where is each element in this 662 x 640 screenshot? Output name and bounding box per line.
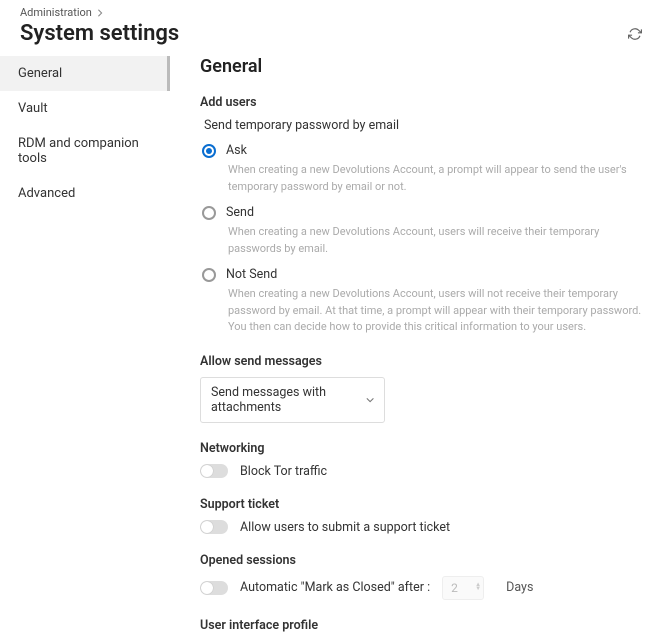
chevron-down-icon [366,395,374,405]
section-heading: General [200,56,642,77]
sidebar-item-general[interactable]: General [0,56,170,91]
radio-label: Send [226,205,254,220]
radio-not-send[interactable] [202,268,216,282]
radio-desc: When creating a new Devolutions Account,… [228,162,642,195]
support-ticket-title: Support ticket [200,497,642,512]
radio-label: Not Send [226,267,277,282]
opened-sessions-title: Opened sessions [200,553,642,568]
sidebar: General Vault RDM and companion tools Ad… [0,56,170,640]
add-users-subtitle: Send temporary password by email [204,118,642,133]
radio-desc: When creating a new Devolutions Account,… [228,286,642,336]
ui-profile-title: User interface profile [200,618,642,633]
page-title: System settings [20,21,179,46]
refresh-icon[interactable] [628,27,642,41]
chevron-right-icon [96,9,104,17]
select-value: Send messages with attachments [211,385,366,415]
block-tor-toggle[interactable] [200,464,228,478]
toggle-label: Allow users to submit a support ticket [240,520,450,535]
days-input[interactable]: 2 ▲▼ [442,576,484,600]
radio-send[interactable] [202,206,216,220]
toggle-label: Automatic "Mark as Closed" after : [240,580,430,595]
sidebar-item-label: Vault [18,101,48,116]
sidebar-item-advanced[interactable]: Advanced [0,176,170,211]
sidebar-item-label: General [18,66,62,81]
sidebar-item-label: Advanced [18,186,75,201]
breadcrumb[interactable]: Administration [0,0,662,19]
sidebar-item-vault[interactable]: Vault [0,91,170,126]
radio-group: Ask When creating a new Devolutions Acco… [202,143,642,336]
radio-label: Ask [226,143,247,158]
radio-desc: When creating a new Devolutions Account,… [228,224,642,257]
allow-messages-select[interactable]: Send messages with attachments [200,377,385,423]
days-unit: Days [506,580,533,595]
allow-messages-title: Allow send messages [200,354,642,369]
breadcrumb-parent[interactable]: Administration [20,6,92,19]
days-value: 2 [451,581,458,595]
add-users-title: Add users [200,95,642,110]
sidebar-item-label: RDM and companion tools [18,136,139,166]
auto-close-toggle[interactable] [200,581,228,595]
sidebar-item-rdm[interactable]: RDM and companion tools [0,126,170,176]
stepper-icon[interactable]: ▲▼ [475,583,481,593]
toggle-label: Block Tor traffic [240,464,327,479]
support-ticket-toggle[interactable] [200,520,228,534]
networking-title: Networking [200,441,642,456]
radio-ask[interactable] [202,144,216,158]
main-panel: General Add users Send temporary passwor… [170,56,662,640]
